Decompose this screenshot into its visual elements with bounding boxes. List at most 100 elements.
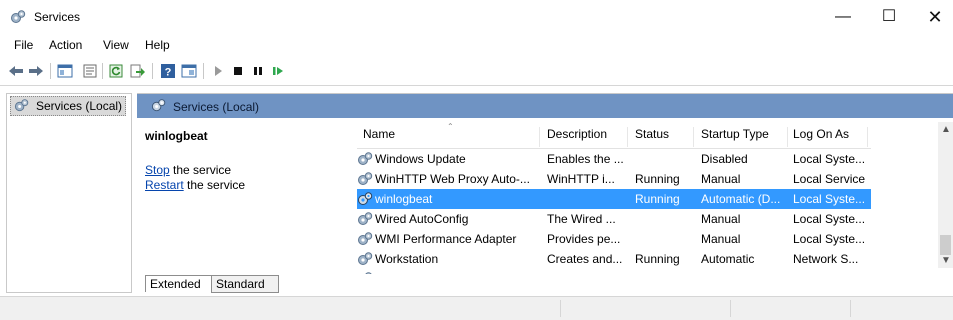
stop-service-link[interactable]: Stop <box>145 163 170 177</box>
column-header-description[interactable]: Description <box>547 127 628 147</box>
restart-action-text: the service <box>183 178 246 192</box>
cell-log-on-as: Local Service <box>793 172 866 186</box>
scroll-up-icon[interactable]: ▲ <box>941 124 951 135</box>
column-header-startup-type[interactable]: Startup Type <box>701 127 788 147</box>
service-gear-icon <box>358 232 373 245</box>
scrollbar-thumb[interactable] <box>940 235 951 255</box>
cell-log-on-as: Local Syste... <box>793 232 866 246</box>
status-bar-divider <box>730 300 731 317</box>
toolbar: ? <box>0 57 953 86</box>
tab-standard[interactable]: Standard <box>211 275 279 293</box>
toolbar-separator <box>102 63 103 79</box>
table-row-selected[interactable]: winlogbeat Running Automatic (D... Local… <box>357 189 871 209</box>
restart-icon[interactable] <box>270 63 286 79</box>
cell-name: Workstation <box>375 252 439 266</box>
console-tree: Services (Local) <box>6 93 132 293</box>
table-row[interactable]: Windows Update Enables the ... Disabled … <box>357 149 871 169</box>
services-list: Name ⌃ Description Status Startup Type L… <box>357 120 917 274</box>
tree-item-services-local[interactable]: Services (Local) <box>10 96 126 116</box>
tab-extended[interactable]: Extended <box>145 275 215 292</box>
pause-icon[interactable] <box>250 63 266 79</box>
table-row[interactable]: Wired AutoConfig The Wired ... Manual Lo… <box>357 209 871 229</box>
cell-name: WinHTTP Web Proxy Auto-... <box>375 172 530 186</box>
cell-log-on-as: Local Syste... <box>793 152 866 166</box>
column-header-log-on-as[interactable]: Log On As <box>793 127 868 147</box>
column-header-label: Name <box>363 127 396 141</box>
toolbar-separator <box>203 63 204 79</box>
sort-caret-icon: ⌃ <box>447 122 454 131</box>
services-gear-icon <box>14 99 29 112</box>
menu-bar: File Action View Help <box>0 36 953 56</box>
status-bar <box>0 296 953 320</box>
services-pane: Services (Local) winlogbeat Stop the ser… <box>137 93 953 293</box>
scroll-down-icon[interactable]: ▼ <box>941 255 951 266</box>
play-icon[interactable] <box>210 63 226 79</box>
minimize-button[interactable]: — <box>820 0 866 34</box>
toolbar-separator <box>152 63 153 79</box>
maximize-button[interactable]: ☐ <box>866 0 912 34</box>
cell-name: WMI Performance Adapter <box>375 232 517 246</box>
restart-service-link[interactable]: Restart <box>145 178 184 192</box>
svg-text:?: ? <box>165 67 172 79</box>
selected-service-name: winlogbeat <box>145 129 208 143</box>
help-icon[interactable]: ? <box>160 63 176 79</box>
pane-header: Services (Local) <box>137 94 953 118</box>
column-header-name[interactable]: Name ⌃ <box>363 122 540 147</box>
forward-arrow-icon[interactable] <box>28 63 44 79</box>
column-header-label: Startup Type <box>701 127 769 141</box>
toolbar-separator <box>50 63 51 79</box>
service-gear-icon <box>358 192 373 205</box>
menu-view[interactable]: View <box>103 38 129 52</box>
cell-log-on-as: Local Syste... <box>793 192 866 206</box>
title-bar[interactable]: Services — ☐ ✕ <box>0 0 953 34</box>
window-title: Services <box>34 10 81 24</box>
view-icon[interactable] <box>181 63 197 79</box>
cell-startup-type: Disabled <box>701 152 748 166</box>
cell-startup-type: Manual <box>701 232 741 246</box>
cell-description: Provides pe... <box>547 232 621 246</box>
column-header-label: Status <box>635 127 670 141</box>
list-header: Name ⌃ Description Status Startup Type L… <box>357 120 871 149</box>
stop-action: Stop the service <box>145 163 231 177</box>
table-row[interactable]: WMI Performance Adapter Provides pe... M… <box>357 229 871 249</box>
cell-name: Windows Update <box>375 152 466 166</box>
stop-icon[interactable] <box>230 63 246 79</box>
service-gear-icon <box>358 172 373 185</box>
column-header-label: Description <box>547 127 608 141</box>
properties-icon[interactable] <box>82 63 98 79</box>
service-gear-icon <box>365 272 372 274</box>
cell-description: WinHTTP i... <box>547 172 615 186</box>
menu-help[interactable]: Help <box>145 38 170 52</box>
back-arrow-icon[interactable] <box>8 63 24 79</box>
cell-log-on-as: Network S... <box>793 252 859 266</box>
console-tree-icon[interactable] <box>57 63 73 79</box>
cell-name: Wired AutoConfig <box>375 212 469 226</box>
cell-startup-type: Manual <box>701 212 741 226</box>
refresh-icon[interactable] <box>108 63 124 79</box>
export-list-icon[interactable] <box>130 63 146 79</box>
cell-status: Running <box>635 252 680 266</box>
table-row[interactable]: WinHTTP Web Proxy Auto-... WinHTTP i... … <box>357 169 871 189</box>
close-button[interactable]: ✕ <box>912 0 953 34</box>
cell-startup-type: Manual <box>701 172 741 186</box>
cell-status: Running <box>635 172 680 186</box>
service-gear-icon <box>358 252 373 265</box>
menu-action[interactable]: Action <box>49 38 82 52</box>
cell-status: Running <box>635 192 680 206</box>
status-bar-divider <box>850 300 851 317</box>
restart-action: Restart the service <box>145 178 245 192</box>
column-header-label: Log On As <box>793 127 850 141</box>
services-window: Services — ☐ ✕ File Action View Help ? S… <box>0 0 953 320</box>
cell-name: winlogbeat <box>375 192 433 206</box>
stop-action-text: the service <box>169 163 232 177</box>
vertical-scrollbar[interactable]: ▲ ▼ <box>938 122 953 268</box>
menu-file[interactable]: File <box>14 38 33 52</box>
pane-header-title: Services (Local) <box>173 100 260 114</box>
cell-description: The Wired ... <box>547 212 616 226</box>
column-header-status[interactable]: Status <box>635 127 694 147</box>
service-gear-icon <box>358 212 373 225</box>
cell-startup-type: Automatic <box>701 252 755 266</box>
table-row[interactable]: Workstation Creates and... Running Autom… <box>357 249 871 269</box>
table-row-partial[interactable] <box>357 269 871 274</box>
cell-log-on-as: Local Syste... <box>793 212 866 226</box>
